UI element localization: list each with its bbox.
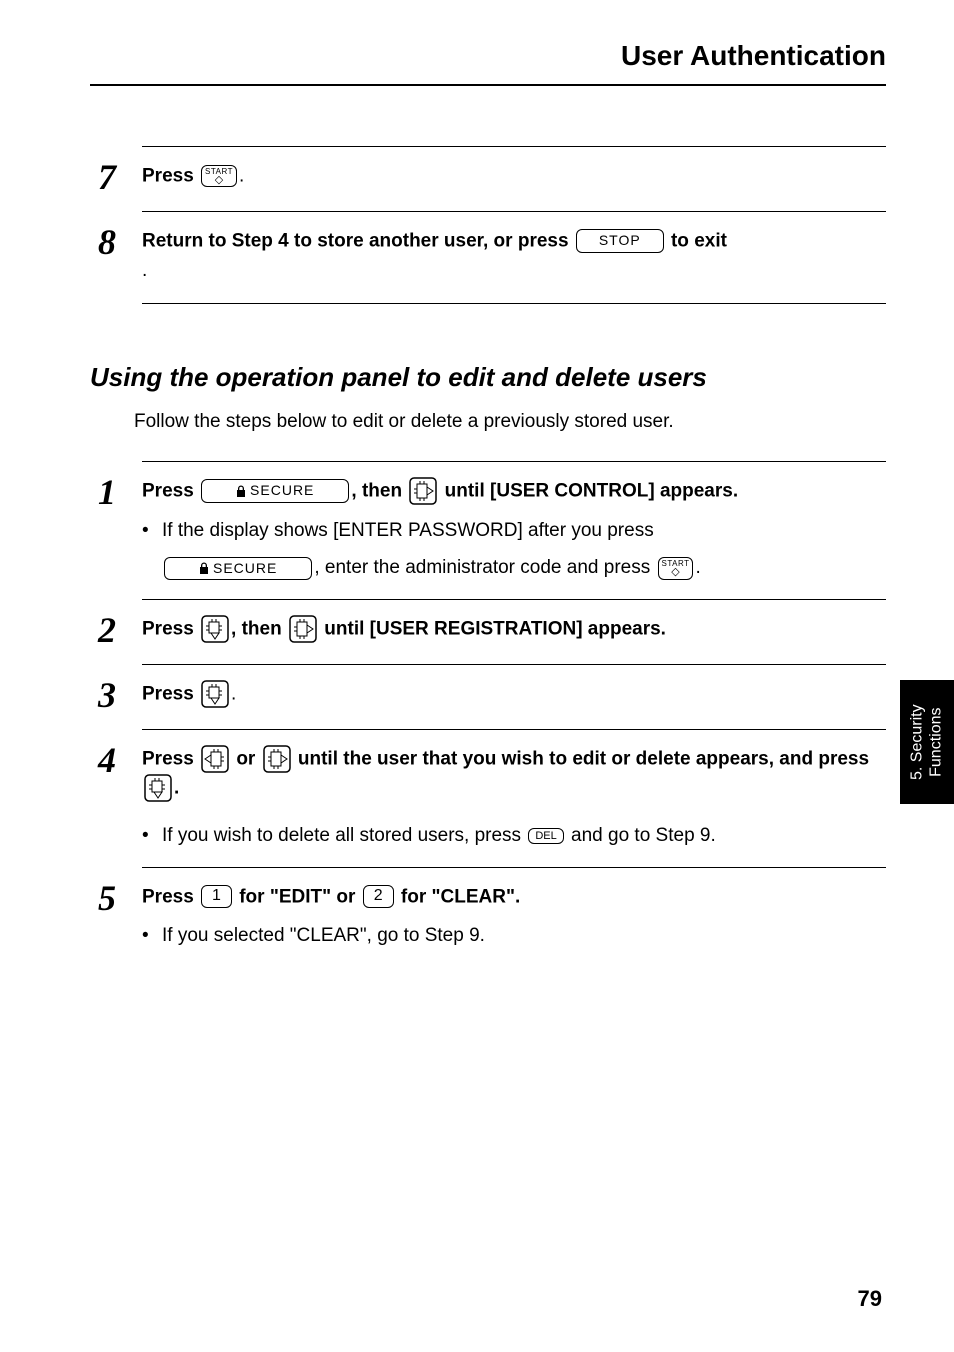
right-arrow-key-icon: [409, 477, 437, 505]
step-text: Press: [142, 683, 199, 704]
step-text: , enter the administrator code and press: [314, 557, 655, 578]
chapter-tab-line2: Functions: [928, 707, 945, 776]
step-7: 7 Press START ◇ .: [98, 147, 886, 211]
step-text: Press: [142, 748, 199, 769]
step-text: Press: [142, 480, 199, 501]
step-body: Press .: [142, 679, 886, 709]
down-arrow-key-icon: [201, 615, 229, 643]
step-text: until [USER REGISTRATION] appears.: [324, 618, 666, 639]
start-key-icon: START ◇: [201, 165, 237, 188]
step-text: and go to Step 9.: [571, 825, 716, 846]
stop-key-icon: STOP: [576, 229, 664, 252]
header-rule: [90, 84, 886, 86]
right-arrow-key-icon: [289, 615, 317, 643]
left-arrow-key-icon: [201, 745, 229, 773]
step-text: , then: [231, 618, 287, 639]
step-4: 4 Press or until the user that you wish …: [98, 730, 886, 867]
section-intro: Follow the steps below to edit or delete…: [134, 411, 886, 433]
section-subheading: Using the operation panel to edit and de…: [90, 362, 886, 393]
down-arrow-key-icon: [144, 774, 172, 802]
bullet-item: • If the display shows [ENTER PASSWORD] …: [142, 516, 886, 545]
step-text: .: [174, 778, 179, 799]
step-body: Press 1 for "EDIT" or 2 for "CLEAR". • I…: [142, 882, 886, 951]
secure-label: SECURE: [250, 483, 314, 498]
secure-label: SECURE: [213, 561, 277, 576]
page-root: User Authentication 7 Press START ◇ . 8: [0, 0, 954, 1352]
step-text: .: [142, 260, 147, 281]
steps-block-1: 7 Press START ◇ . 8 Return to Step 4 to …: [98, 146, 886, 304]
secure-key-icon: SECURE: [201, 479, 349, 502]
bullet-item: • If you wish to delete all stored users…: [142, 821, 886, 850]
page-number: 79: [858, 1286, 882, 1312]
number-1-key-icon: 1: [201, 885, 232, 908]
bullet-item: • If you selected "CLEAR", go to Step 9.: [142, 921, 886, 950]
start-key-icon: START ◇: [658, 557, 694, 580]
step-text: until the user that you wish to edit or …: [298, 748, 869, 769]
step-text: If you wish to delete all stored users, …: [162, 825, 526, 846]
bullet-text: If you selected "CLEAR", go to Step 9.: [162, 921, 886, 950]
step-text: , then: [351, 480, 407, 501]
diamond-icon: ◇: [215, 176, 223, 186]
bullet-icon: •: [142, 516, 162, 545]
separator: [142, 303, 886, 304]
step-text: for "EDIT" or: [239, 886, 360, 907]
step-text: .: [239, 165, 244, 186]
step-5: 5 Press 1 for "EDIT" or 2 for "CLEAR". •…: [98, 868, 886, 967]
bullet-text: If the display shows [ENTER PASSWORD] af…: [162, 516, 886, 545]
chapter-tab-line1: 5. Security: [909, 704, 926, 780]
step-3: 3 Press .: [98, 665, 886, 729]
step-number: 2: [98, 612, 142, 648]
step-8: 8 Return to Step 4 to store another user…: [98, 212, 886, 301]
chapter-tab: 5. Security Functions: [900, 680, 954, 804]
step-number: 3: [98, 677, 142, 713]
right-arrow-key-icon: [263, 745, 291, 773]
step-body: Press , then until [USER REGISTRATION] a…: [142, 614, 886, 644]
chapter-tab-text: 5. Security Functions: [908, 704, 946, 780]
steps-block-2: 1 Press SECURE , then until [USER CONTRO…: [98, 461, 886, 967]
lock-icon: [199, 562, 209, 574]
del-key-icon: DEL: [528, 828, 563, 844]
step-text: until [USER CONTROL] appears.: [445, 480, 738, 501]
step-text: Return to Step 4 to store another user, …: [142, 230, 574, 251]
step-text: for "CLEAR".: [401, 886, 520, 907]
step-number: 1: [98, 474, 142, 510]
step-text: Press: [142, 886, 199, 907]
step-2: 2 Press , then until [USER REGISTRATION]…: [98, 600, 886, 664]
bullet-icon: •: [142, 821, 162, 850]
step-body: Return to Step 4 to store another user, …: [142, 226, 886, 285]
step-body: Press SECURE , then until [USER CONTROL]…: [142, 476, 886, 583]
lock-icon: [236, 485, 246, 497]
step-number: 8: [98, 224, 142, 260]
bullet-text: If you wish to delete all stored users, …: [162, 821, 886, 850]
step-1: 1 Press SECURE , then until [USER CONTRO…: [98, 462, 886, 599]
bullet-icon: •: [142, 921, 162, 950]
step-text: .: [695, 557, 700, 578]
number-2-key-icon: 2: [363, 885, 394, 908]
step-number: 5: [98, 880, 142, 916]
step-body: Press START ◇ .: [142, 161, 886, 191]
step-text: Press: [142, 618, 199, 639]
step-text: .: [231, 683, 236, 704]
step-number: 4: [98, 742, 142, 778]
diamond-icon: ◇: [671, 568, 679, 578]
step-text: or: [236, 748, 260, 769]
step-body: Press or until the user that you wish to…: [142, 744, 886, 851]
down-arrow-key-icon: [201, 680, 229, 708]
indent-line: SECURE , enter the administrator code an…: [162, 553, 886, 582]
secure-key-icon: SECURE: [164, 557, 312, 580]
step-number: 7: [98, 159, 142, 195]
page-header-title: User Authentication: [90, 40, 886, 72]
step-text: Press: [142, 165, 199, 186]
step-text: to exit: [671, 230, 727, 251]
